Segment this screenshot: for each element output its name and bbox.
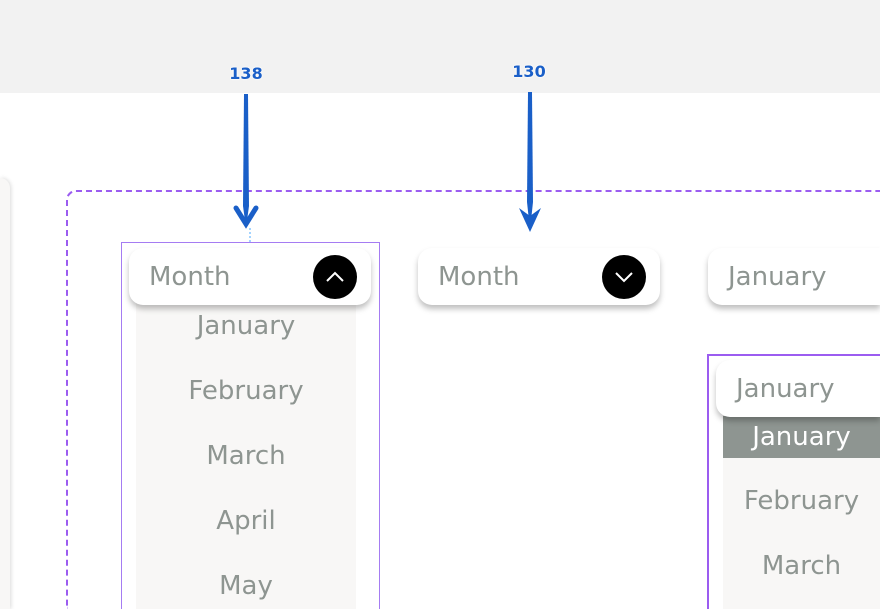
month-dropdown-selected-open[interactable]: January <box>716 360 880 417</box>
dropdown-placeholder: Month <box>149 261 231 292</box>
dropdown-placeholder: Month <box>438 261 520 292</box>
month-dropdown-selected[interactable]: January <box>708 248 880 305</box>
arrow-down-icon <box>519 92 541 232</box>
option-item[interactable]: February <box>136 371 356 411</box>
dropdown-value: January <box>728 261 827 292</box>
arrow-down-icon <box>233 94 259 242</box>
options-list: January February March April May <box>136 300 356 609</box>
month-dropdown-open[interactable]: Month <box>129 248 371 305</box>
option-item[interactable]: May <box>136 566 356 606</box>
options-list: January February March <box>723 410 880 609</box>
chevron-up-icon[interactable] <box>313 255 357 299</box>
option-item[interactable]: April <box>136 501 356 541</box>
annotation-label: 130 <box>512 62 546 81</box>
chevron-down-icon[interactable] <box>602 255 646 299</box>
month-dropdown-closed[interactable]: Month <box>418 248 660 305</box>
top-bar <box>0 0 880 93</box>
option-item[interactable]: March <box>723 546 880 586</box>
option-item[interactable]: January <box>136 306 356 346</box>
dropdown-value: January <box>736 373 835 404</box>
option-item-highlighted[interactable]: January <box>723 416 880 458</box>
option-item[interactable]: February <box>723 481 880 521</box>
option-item[interactable]: March <box>136 436 356 476</box>
annotation-label: 138 <box>229 64 263 83</box>
side-panel <box>0 178 10 609</box>
